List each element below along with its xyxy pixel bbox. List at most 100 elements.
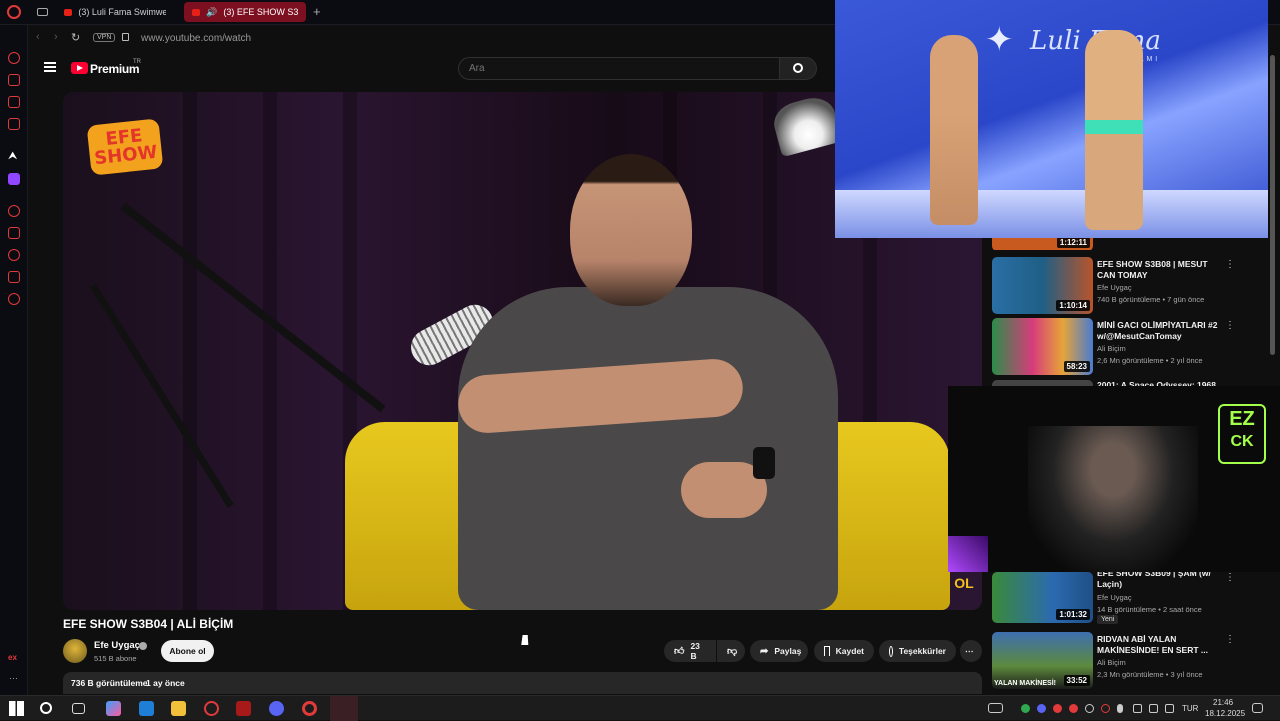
settings-icon[interactable] <box>8 293 20 305</box>
copilot-icon[interactable] <box>106 701 121 716</box>
tray-app-icon[interactable] <box>1085 704 1094 713</box>
twitch-icon[interactable] <box>8 173 20 185</box>
player-icon[interactable] <box>8 205 20 217</box>
list-item[interactable]: 1:10:14 EFE SHOW S3B08 | MESUT CAN TOMAY… <box>992 257 1262 317</box>
menu-icon[interactable] <box>44 62 56 72</box>
subscribe-button[interactable]: Abone ol <box>161 640 214 662</box>
page-scrollbar[interactable] <box>1270 55 1275 355</box>
microphone-icon[interactable] <box>1117 704 1123 713</box>
video-title[interactable]: MİNİ GACI OLİMPİYATLARI #2 w/@MesutCanTo… <box>1097 320 1225 342</box>
back-icon[interactable]: ‹ <box>36 31 40 43</box>
keyboard-icon[interactable] <box>988 703 1003 713</box>
like-button[interactable]: 👍︎ 23 B <box>664 640 716 662</box>
channel-name[interactable]: Ali Biçim <box>1097 658 1126 667</box>
more-vert-icon[interactable]: ⋮ <box>1225 634 1235 645</box>
clock-date[interactable]: 18.12.2025 <box>1205 709 1245 718</box>
youtube-favicon-icon <box>64 8 73 16</box>
tray-app-icon[interactable] <box>1037 704 1046 713</box>
save-label: Kaydet <box>835 646 864 656</box>
more-vert-icon[interactable]: ⋮ <box>1225 320 1235 331</box>
video-title[interactable]: EFE SHOW S3B08 | MESUT CAN TOMAY <box>1097 259 1225 281</box>
bookmark-icon <box>824 646 830 656</box>
youtube-logo-icon[interactable] <box>71 62 88 74</box>
forward-icon[interactable]: › <box>54 31 58 43</box>
tab-luli-fama[interactable]: (3) Luli Fama Swimwear F <box>56 2 174 22</box>
aria-icon[interactable] <box>8 74 20 86</box>
tray-app-icon[interactable] <box>1069 704 1078 713</box>
opera-logo-icon[interactable] <box>7 5 21 19</box>
video-thumbnail[interactable]: 1:12:11 <box>992 236 1093 250</box>
task-view-icon[interactable] <box>72 703 85 714</box>
tray-app-icon[interactable] <box>1101 704 1110 713</box>
pinboard-icon[interactable] <box>8 271 20 283</box>
arrow-icon[interactable]: ⮝ <box>8 150 17 163</box>
video-thumbnail[interactable]: YALAN MAKİNESİ! 33:52 <box>992 632 1093 689</box>
channel-name[interactable]: Ali Biçim <box>1097 344 1126 353</box>
channel-name[interactable]: Efe Uygaç <box>1097 283 1132 292</box>
url-field[interactable]: www.youtube.com/watch <box>141 33 251 44</box>
thanks-button[interactable]: Teşekkürler <box>879 640 956 662</box>
search-input[interactable] <box>458 57 780 80</box>
video-title[interactable]: RIDVAN ABİ YALAN MAKİNESİNDE! EN SERT ..… <box>1097 634 1225 656</box>
browser-sidebar: ⮝ ex ··· <box>0 25 28 695</box>
duration-badge: 1:01:32 <box>1056 609 1090 620</box>
opera-icon[interactable] <box>302 701 317 716</box>
list-item[interactable]: 58:23 MİNİ GACI OLİMPİYATLARI #2 w/@Mesu… <box>992 318 1262 378</box>
app-icon[interactable] <box>204 701 219 716</box>
search-button[interactable] <box>779 57 817 80</box>
model-figure-right <box>1085 30 1143 230</box>
list-item[interactable]: YALAN MAKİNESİ! 33:52 RIDVAN ABİ YALAN M… <box>992 632 1262 692</box>
video-thumbnail[interactable]: 1:10:14 <box>992 257 1093 314</box>
video-editor-icon[interactable] <box>236 701 251 716</box>
opera-gx-icon[interactable] <box>330 696 358 721</box>
youtube-favicon-icon <box>192 8 201 16</box>
super-thanks-icon <box>889 645 893 657</box>
tray-app-icon[interactable] <box>1053 704 1062 713</box>
reload-icon[interactable]: ↻ <box>71 31 80 44</box>
notification-icon[interactable] <box>1252 703 1263 713</box>
messenger-icon[interactable] <box>8 96 20 108</box>
video-thumbnail[interactable]: 58:23 <box>992 318 1093 375</box>
pip-video-overlay[interactable]: ✦ Luli Fama MIAMI <box>835 0 1268 238</box>
tray-app-icon[interactable] <box>1133 704 1142 713</box>
search-icon[interactable] <box>40 702 52 714</box>
thanks-label: Teşekkürler <box>898 646 946 656</box>
folder-icon[interactable] <box>171 701 186 716</box>
more-actions-button[interactable]: ⋯ <box>960 640 982 662</box>
mail-icon[interactable] <box>139 701 154 716</box>
history-icon[interactable] <box>8 249 20 261</box>
channel-name[interactable]: Efe Uygaç <box>1097 593 1132 602</box>
language-indicator[interactable]: TUR <box>1182 704 1198 713</box>
speaker-icon: 🔊 <box>206 6 218 17</box>
model-figure-left <box>930 35 978 225</box>
speed-dial-icon[interactable] <box>8 52 20 64</box>
video-thumbnail[interactable]: 1:01:32 <box>992 572 1093 623</box>
channel-avatar[interactable] <box>63 639 87 663</box>
more-vert-icon[interactable]: ⋮ <box>1225 259 1235 270</box>
windows-start-icon[interactable] <box>9 701 24 716</box>
channel-name[interactable]: Efe Uygaç <box>94 640 140 651</box>
save-button[interactable]: Kaydet <box>814 640 874 662</box>
tray-app-icon[interactable] <box>1021 704 1030 713</box>
lock-icon[interactable] <box>122 33 129 41</box>
bookmarks-icon[interactable] <box>8 227 20 239</box>
tab-efe-show[interactable]: 🔊 (3) EFE SHOW S3B04 <box>184 2 306 22</box>
more-icon[interactable]: ··· <box>9 673 18 683</box>
network-icon[interactable] <box>1149 704 1158 713</box>
list-item[interactable]: 1:01:32 EFE SHOW S3B09 | ŞAM (w/ Laçin) … <box>992 566 1262 624</box>
mic-arm-lower <box>90 283 234 508</box>
webcam-overlay: EZ CK <box>948 386 1280 572</box>
share-button[interactable]: ➦ Paylaş <box>750 640 808 662</box>
tab-overview-icon[interactable] <box>37 8 48 16</box>
dislike-button[interactable]: 👎︎ <box>717 640 745 662</box>
ext-icon[interactable]: ex <box>8 653 17 662</box>
new-tab-button[interactable]: + <box>313 4 321 19</box>
discord-icon[interactable] <box>269 701 284 716</box>
volume-icon[interactable] <box>1165 704 1174 713</box>
instagram-icon[interactable] <box>8 118 20 130</box>
list-item[interactable]: 1:12:11 <box>992 236 1262 250</box>
clock-time[interactable]: 21:46 <box>1213 698 1233 707</box>
vpn-badge[interactable]: VPN <box>93 33 116 42</box>
description-box[interactable]: 736 B görüntüleme 1 ay önce <box>63 672 982 694</box>
more-vert-icon[interactable]: ⋮ <box>1225 572 1235 583</box>
